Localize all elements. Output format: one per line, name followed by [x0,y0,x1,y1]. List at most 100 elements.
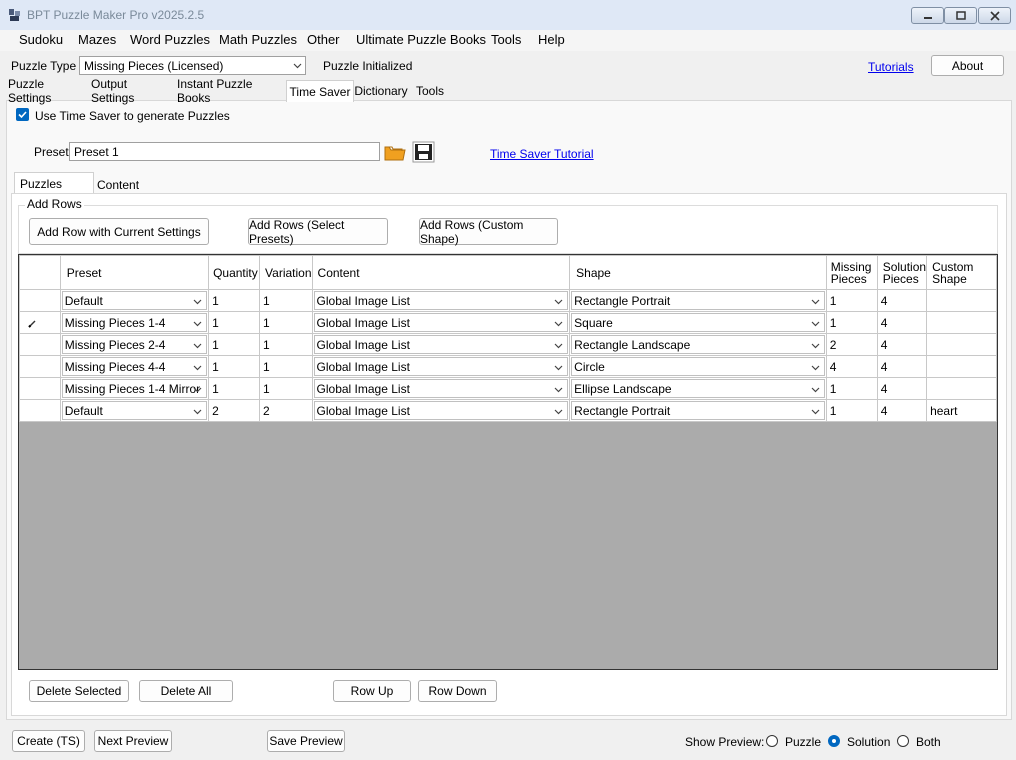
col-quantity[interactable]: Quantity [208,255,261,290]
tutorials-link[interactable]: Tutorials [868,60,914,74]
col-variation[interactable]: Variation [259,255,313,290]
save-icon[interactable] [412,141,435,163]
tab-instant-puzzle-books[interactable]: Instant Puzzle Books [177,77,283,105]
cell-quantity[interactable]: 1 [208,333,261,356]
radio-puzzle[interactable] [766,735,778,747]
cell-quantity[interactable]: 1 [208,377,261,400]
save-preview-button[interactable]: Save Preview [267,730,345,752]
cell-custom-shape[interactable]: heart [926,399,997,422]
col-content[interactable]: Content [311,255,571,290]
cell-preset[interactable]: Default [59,289,210,312]
cell-shape[interactable]: Square [569,311,827,334]
cell-variation[interactable]: 1 [259,289,313,312]
create-ts-button[interactable]: Create (TS) [12,730,85,752]
tab-dictionary[interactable]: Dictionary [354,82,408,100]
table-row[interactable]: Default 1 1 Global Image List Rectangle Port… [19,289,997,312]
time-saver-tutorial-link[interactable]: Time Saver Tutorial [490,147,594,161]
cell-solution-pieces[interactable]: 4 [876,377,928,400]
cell-shape[interactable]: Rectangle Portrait [569,289,827,312]
puzzle-type-select[interactable]: Missing Pieces (Licensed) [79,56,306,75]
row-header[interactable] [19,399,61,422]
open-folder-icon[interactable] [383,141,407,163]
cell-quantity[interactable]: 1 [208,355,261,378]
col-missing-pieces[interactable]: Missing Pieces [825,255,878,290]
cell-content[interactable]: Global Image List [311,333,571,356]
puzzle-grid[interactable]: Preset Quantity Variation Content Shape … [18,254,998,670]
menu-help[interactable]: Help [538,32,565,47]
col-shape[interactable]: Shape [569,255,827,290]
row-header[interactable] [19,311,61,334]
use-time-saver-checkbox[interactable] [16,108,29,121]
cell-custom-shape[interactable] [926,311,997,334]
minimize-button[interactable] [911,7,944,24]
add-rows-select-presets-button[interactable]: Add Rows (Select Presets) [248,218,388,246]
tab-time-saver[interactable]: Time Saver [286,80,354,102]
col-preset[interactable]: Preset [59,255,210,290]
radio-puzzle-label[interactable]: Puzzle [785,735,821,749]
cell-shape[interactable]: Ellipse Landscape [569,377,827,400]
cell-quantity[interactable]: 2 [208,399,261,422]
cell-missing-pieces[interactable]: 1 [825,399,878,422]
cell-missing-pieces[interactable]: 4 [825,355,878,378]
table-row[interactable]: Missing Pieces 2-4 1 1 Global Image List Rec… [19,333,997,356]
cell-variation[interactable]: 2 [259,399,313,422]
col-custom-shape[interactable]: Custom Shape [926,255,997,290]
cell-missing-pieces[interactable]: 1 [825,311,878,334]
menu-other[interactable]: Other [307,32,340,47]
cell-content[interactable]: Global Image List [311,355,571,378]
cell-solution-pieces[interactable]: 4 [876,355,928,378]
add-row-current-button[interactable]: Add Row with Current Settings [29,218,209,245]
cell-variation[interactable]: 1 [259,333,313,356]
cell-custom-shape[interactable] [926,333,997,356]
cell-missing-pieces[interactable]: 1 [825,377,878,400]
radio-solution[interactable] [828,735,840,747]
row-header[interactable] [19,289,61,312]
cell-preset[interactable]: Missing Pieces 4-4 [59,355,210,378]
cell-missing-pieces[interactable]: 2 [825,333,878,356]
menu-mazes[interactable]: Mazes [78,32,116,47]
cell-variation[interactable]: 1 [259,377,313,400]
cell-preset[interactable]: Missing Pieces 2-4 [59,333,210,356]
radio-solution-label[interactable]: Solution [847,735,890,749]
table-row[interactable]: Missing Pieces 1-4 Mirror 1 1 Global Image … [19,377,997,400]
col-solution-pieces[interactable]: Solution Pieces [876,255,928,290]
add-rows-custom-shape-button[interactable]: Add Rows (Custom Shape) [419,218,558,246]
cell-preset[interactable]: Missing Pieces 1-4 Mirror [59,377,210,400]
maximize-button[interactable] [944,7,977,24]
cell-quantity[interactable]: 1 [208,289,261,312]
menu-word-puzzles[interactable]: Word Puzzles [130,32,210,47]
menu-sudoku[interactable]: Sudoku [19,32,63,47]
cell-shape[interactable]: Rectangle Portrait [569,399,827,422]
row-header[interactable] [19,355,61,378]
delete-selected-button[interactable]: Delete Selected [29,680,129,702]
about-button[interactable]: About [931,55,1004,76]
table-row[interactable]: Default 2 2 Global Image List Rectangle Port… [19,399,997,422]
row-down-button[interactable]: Row Down [418,680,497,702]
cell-missing-pieces[interactable]: 1 [825,289,878,312]
cell-content[interactable]: Global Image List [311,399,571,422]
cell-custom-shape[interactable] [926,289,997,312]
radio-both-label[interactable]: Both [916,735,941,749]
delete-all-button[interactable]: Delete All [139,680,233,702]
row-header[interactable] [19,333,61,356]
tab-tools[interactable]: Tools [414,82,446,100]
row-up-button[interactable]: Row Up [333,680,411,702]
cell-solution-pieces[interactable]: 4 [876,399,928,422]
next-preview-button[interactable]: Next Preview [94,730,172,752]
cell-solution-pieces[interactable]: 4 [876,333,928,356]
cell-content[interactable]: Global Image List [311,377,571,400]
menu-tools[interactable]: Tools [491,32,521,47]
cell-preset[interactable]: Missing Pieces 1-4 [59,311,210,334]
menu-ultimate-puzzle-books[interactable]: Ultimate Puzzle Books [356,32,486,47]
cell-content[interactable]: Global Image List [311,289,571,312]
cell-quantity[interactable]: 1 [208,311,261,334]
preset-input[interactable]: Preset 1 [69,142,380,161]
row-header[interactable] [19,377,61,400]
cell-content[interactable]: Global Image List [311,311,571,334]
subtab-content[interactable]: Content [97,178,139,192]
tab-output-settings[interactable]: Output Settings [91,77,173,105]
cell-preset[interactable]: Default [59,399,210,422]
table-row[interactable]: Missing Pieces 1-4 1 1 Global Image List Squ… [19,311,997,334]
radio-both[interactable] [897,735,909,747]
cell-custom-shape[interactable] [926,355,997,378]
